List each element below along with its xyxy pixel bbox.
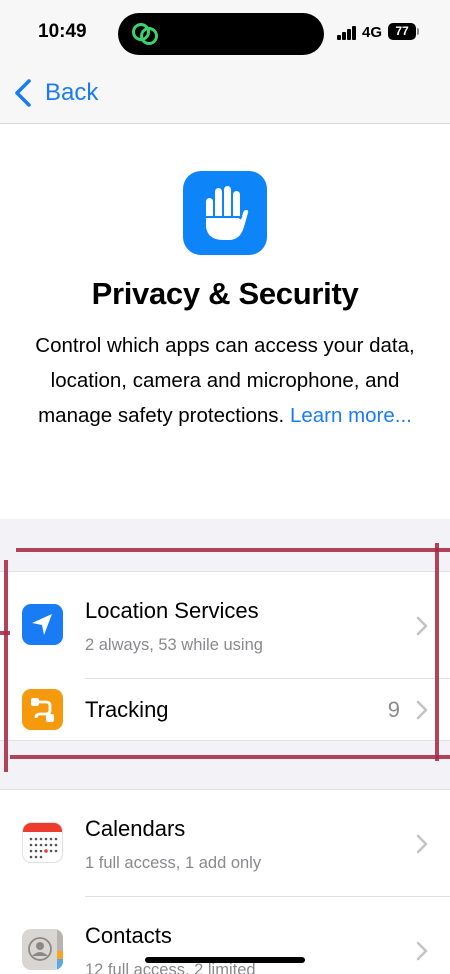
chevron-right-icon: [416, 834, 428, 854]
calendars-app-icon: [22, 822, 63, 863]
home-indicator[interactable]: [145, 957, 305, 963]
tracking-app-icon: [22, 689, 63, 730]
annotation-line-right: [435, 543, 439, 761]
navigation-bar: Back: [0, 66, 450, 124]
chevron-right-icon: [416, 700, 428, 720]
chevron-right-icon: [416, 941, 428, 961]
calendar-icon: [23, 823, 62, 859]
status-time: 10:49: [38, 21, 87, 42]
row-subtitle: 1 full access, 1 add only: [85, 854, 262, 872]
contacts-app-icon: [22, 929, 63, 970]
learn-more-link[interactable]: Learn more...: [290, 404, 412, 427]
chevron-right-icon: [416, 616, 428, 636]
location-services-row[interactable]: Location Services 2 always, 53 while usi…: [0, 572, 450, 678]
row-subtitle: 2 always, 53 while using: [85, 636, 263, 654]
row-title: Location Services: [85, 598, 259, 623]
network-type: 4G: [362, 24, 383, 41]
battery-level: 77: [395, 24, 409, 38]
back-label: Back: [45, 79, 99, 106]
contacts-icon: [28, 929, 63, 970]
page-title: Privacy & Security: [91, 276, 359, 311]
tracking-count: 9: [387, 697, 400, 722]
status-bar: 10:49 4G 77: [0, 0, 450, 66]
annotation-line-top: [16, 548, 450, 552]
annotation-tick: [0, 631, 10, 635]
page-description: Control which apps can access your data,…: [30, 328, 420, 433]
linked-rings-icon: [132, 23, 158, 45]
location-services-app-icon: [22, 604, 63, 645]
section-app-permissions: Calendars 1 full access, 1 add only Cont…: [0, 789, 450, 974]
row-title: Calendars: [85, 816, 186, 841]
raised-hand-icon: [204, 184, 251, 242]
location-arrow-icon: [32, 614, 52, 635]
chevron-left-icon: [15, 79, 31, 107]
row-title: Contacts: [85, 923, 172, 948]
row-title: Tracking: [85, 697, 169, 722]
annotation-line-bottom: [10, 755, 450, 759]
calendars-row[interactable]: Calendars 1 full access, 1 add only: [0, 790, 450, 896]
section-location-tracking: Location Services 2 always, 53 while usi…: [0, 571, 450, 741]
privacy-app-icon: [183, 171, 267, 255]
annotation-line-left: [4, 560, 8, 772]
tracking-icon: [31, 698, 54, 722]
battery-icon: 77: [388, 23, 419, 40]
tracking-row[interactable]: Tracking 9: [0, 679, 450, 741]
cellular-signal-icon: [337, 26, 357, 40]
dynamic-island: [118, 13, 324, 55]
